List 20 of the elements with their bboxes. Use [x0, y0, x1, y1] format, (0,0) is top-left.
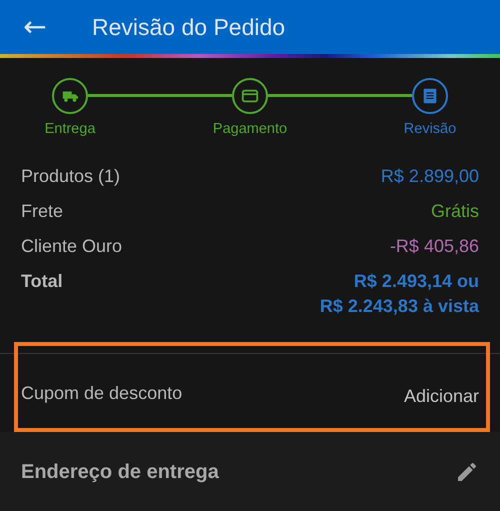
card-icon — [241, 87, 259, 105]
summary-value: R$ 2.899,00 — [380, 166, 479, 187]
step-label: Pagamento — [212, 121, 288, 137]
summary-label: Cliente Ouro — [21, 236, 122, 257]
summary-value: R$ 2.243,83 à vista — [320, 296, 479, 317]
document-icon — [421, 87, 439, 105]
section-title: Endereço de entrega — [21, 460, 219, 484]
step-label: Entrega — [44, 121, 96, 137]
summary-label: Produtos (1) — [21, 166, 120, 187]
coupon-label: Cupom de desconto — [21, 382, 182, 404]
add-coupon-button[interactable]: Adicionar — [404, 386, 479, 406]
summary-value: R$ 2.493,14 ou — [354, 271, 479, 292]
edit-icon[interactable] — [455, 460, 479, 484]
back-button[interactable]: ← — [0, 0, 70, 54]
summary-label: Frete — [21, 201, 64, 222]
step-label: Revisão — [404, 121, 456, 137]
summary-label: Total — [21, 271, 63, 292]
summary-value: Grátis — [430, 201, 479, 222]
page-title: Revisão do Pedido — [92, 14, 286, 40]
summary-value: -R$ 405,86 — [390, 236, 479, 257]
